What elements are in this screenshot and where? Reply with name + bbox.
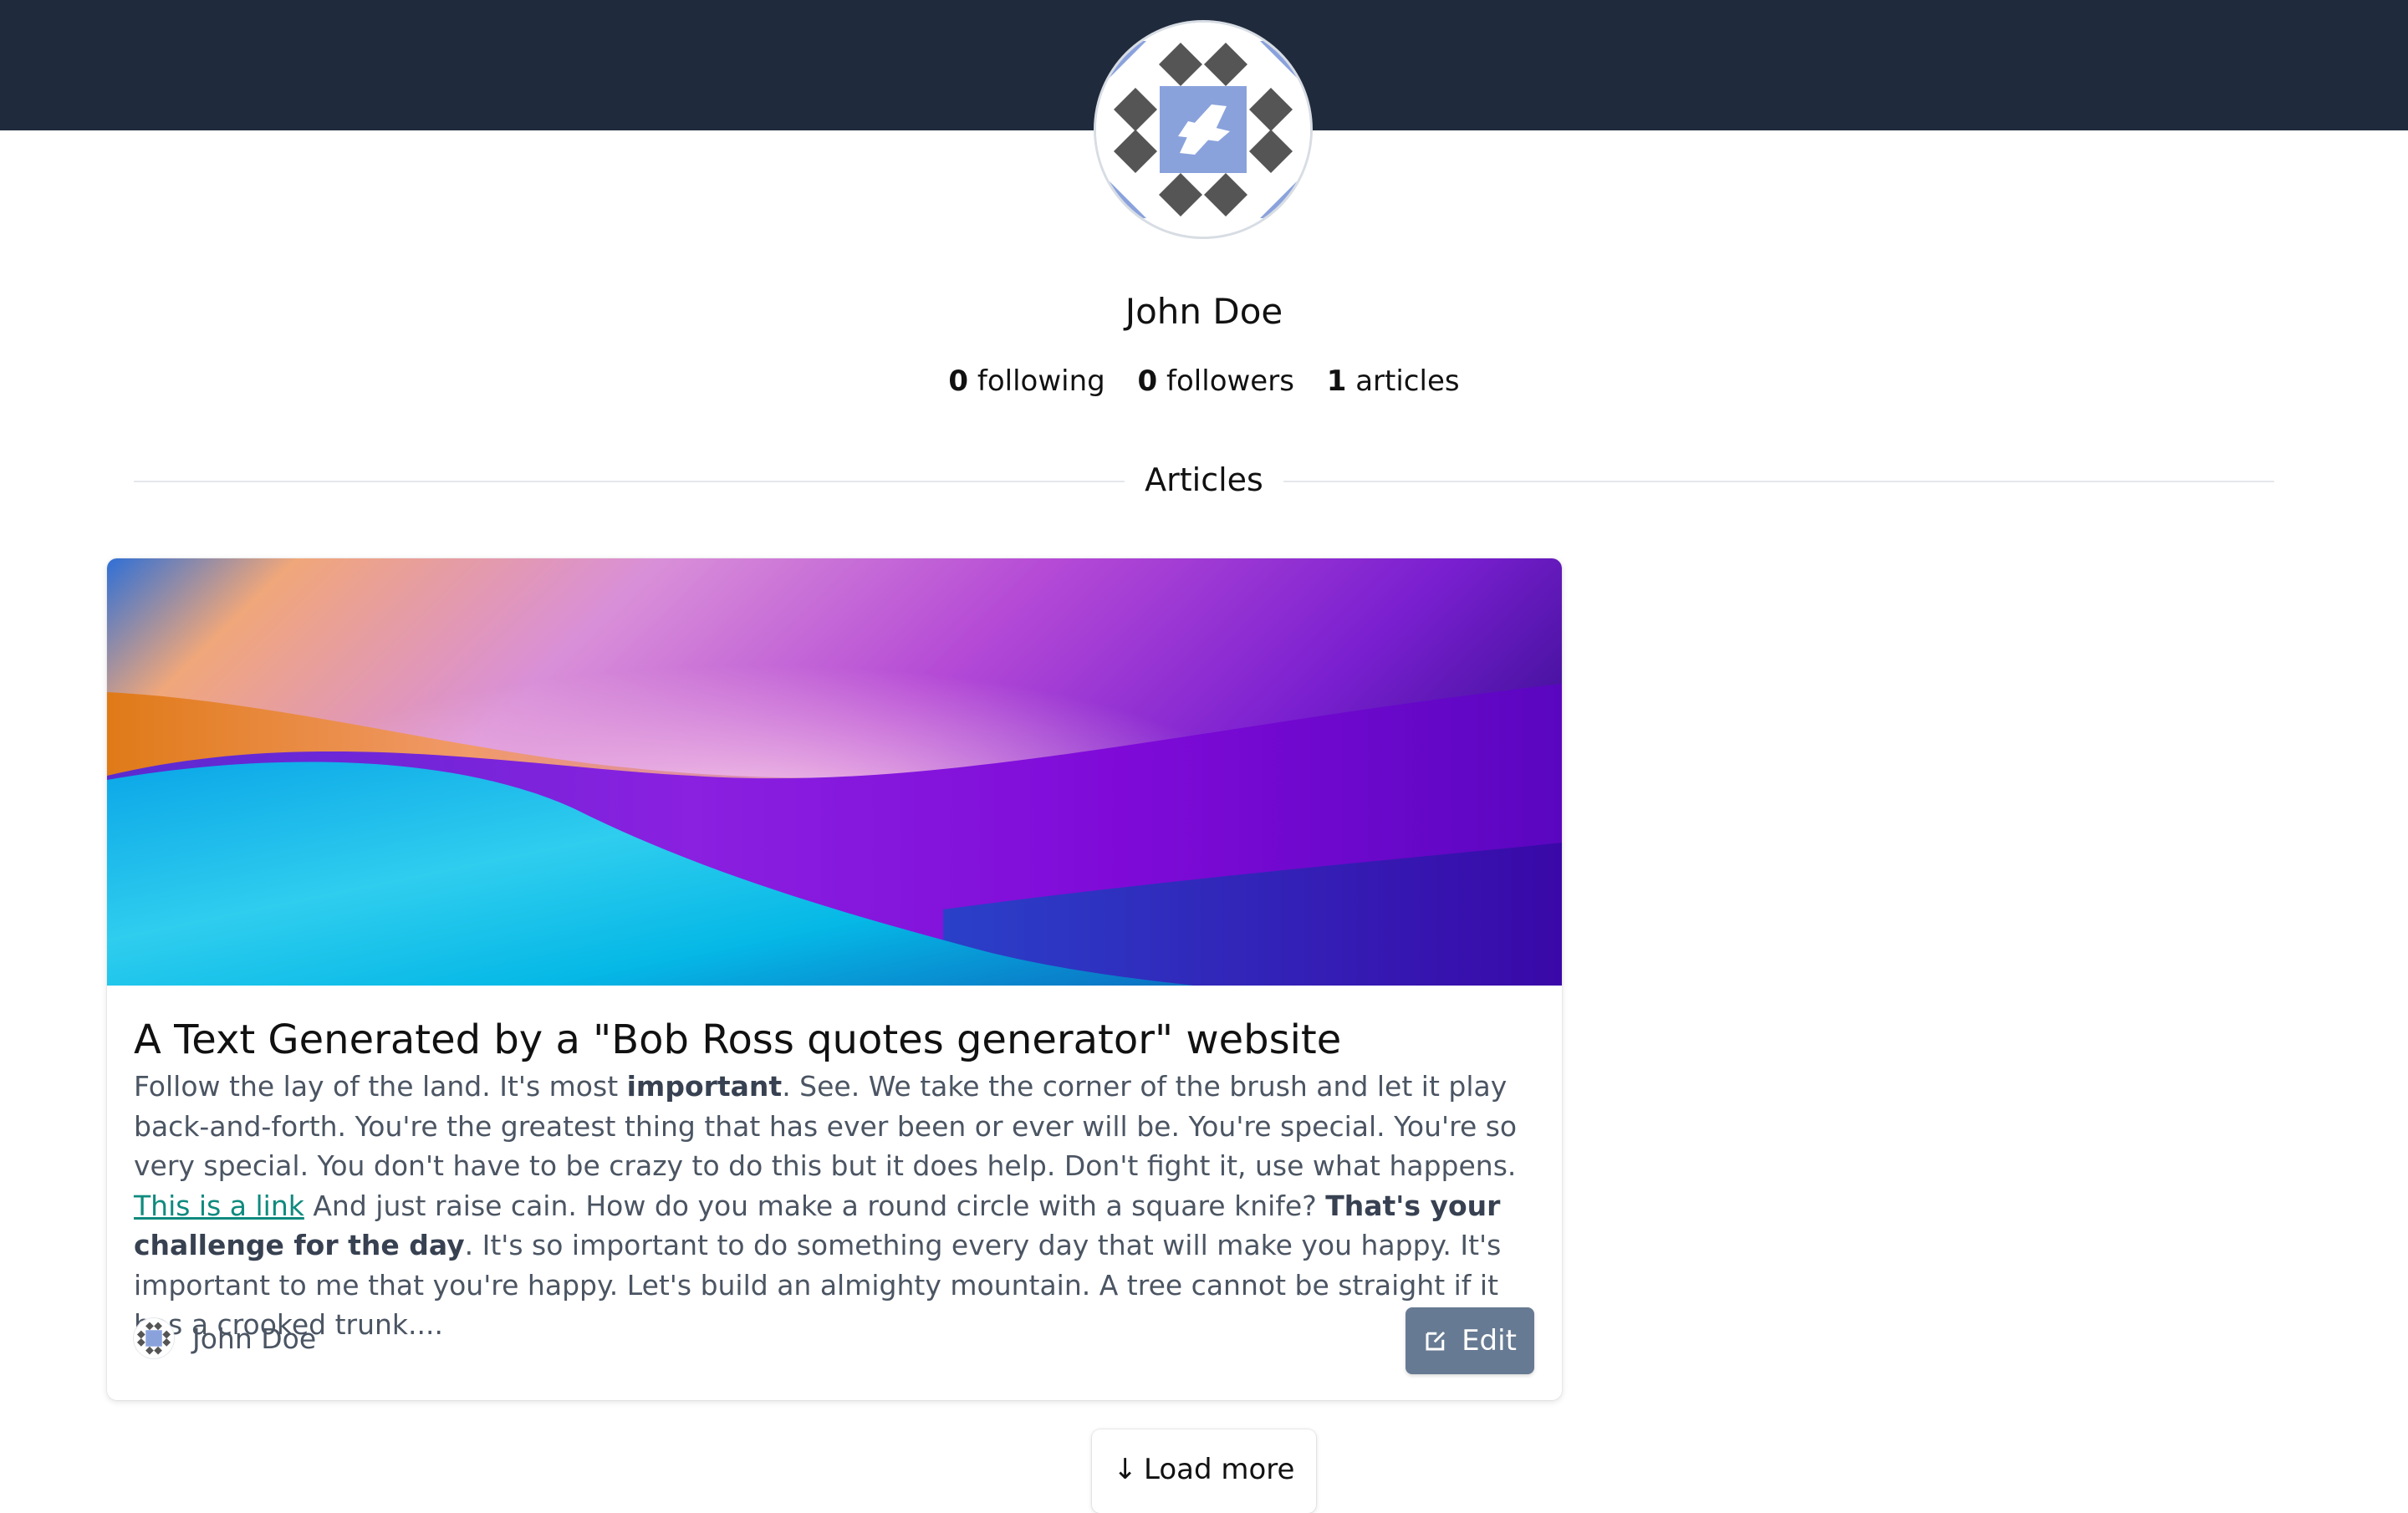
edit-button-label: Edit xyxy=(1462,1324,1517,1358)
article-excerpt: Follow the lay of the land. It's most im… xyxy=(134,1067,1538,1345)
articles-count: 1 xyxy=(1326,364,1347,398)
followers-stat[interactable]: 0 followers xyxy=(1138,364,1294,398)
articles-stat[interactable]: 1 articles xyxy=(1327,364,1460,398)
article-cover-image[interactable] xyxy=(107,558,1562,986)
profile-name: John Doe xyxy=(1125,291,1283,332)
section-title: Articles xyxy=(1145,461,1263,498)
identicon-avatar-icon xyxy=(1096,23,1310,237)
author-avatar-icon xyxy=(134,1318,174,1358)
following-label: following xyxy=(977,364,1105,398)
article-card[interactable]: A Text Generated by a "Bob Ross quotes g… xyxy=(107,558,1562,1400)
author-name: John Doe xyxy=(192,1322,317,1355)
arrow-down-icon: ↓ xyxy=(1113,1453,1138,1486)
articles-label: articles xyxy=(1355,364,1460,398)
excerpt-text-1: Follow the lay of the land. It's most xyxy=(134,1070,627,1103)
edit-icon xyxy=(1426,1331,1446,1351)
load-more-label: Load more xyxy=(1144,1453,1295,1486)
following-stat[interactable]: 0 following xyxy=(948,364,1105,398)
article-author[interactable]: John Doe xyxy=(134,1317,316,1359)
section-divider-left xyxy=(134,481,1125,482)
load-more-button[interactable]: ↓ Load more xyxy=(1092,1429,1316,1513)
followers-count: 0 xyxy=(1137,364,1158,398)
profile-stats: 0 following 0 followers 1 articles xyxy=(0,364,2408,398)
profile-avatar xyxy=(1096,23,1310,237)
excerpt-text-3: And just raise cain. How do you make a r… xyxy=(304,1189,1326,1222)
excerpt-link[interactable]: This is a link xyxy=(134,1190,304,1222)
following-count: 0 xyxy=(948,364,969,398)
edit-button[interactable]: Edit xyxy=(1406,1307,1534,1374)
article-title[interactable]: A Text Generated by a "Bob Ross quotes g… xyxy=(134,1016,1538,1063)
section-divider-right xyxy=(1283,481,2274,482)
excerpt-bold-1: important xyxy=(626,1070,783,1103)
followers-label: followers xyxy=(1166,364,1294,398)
